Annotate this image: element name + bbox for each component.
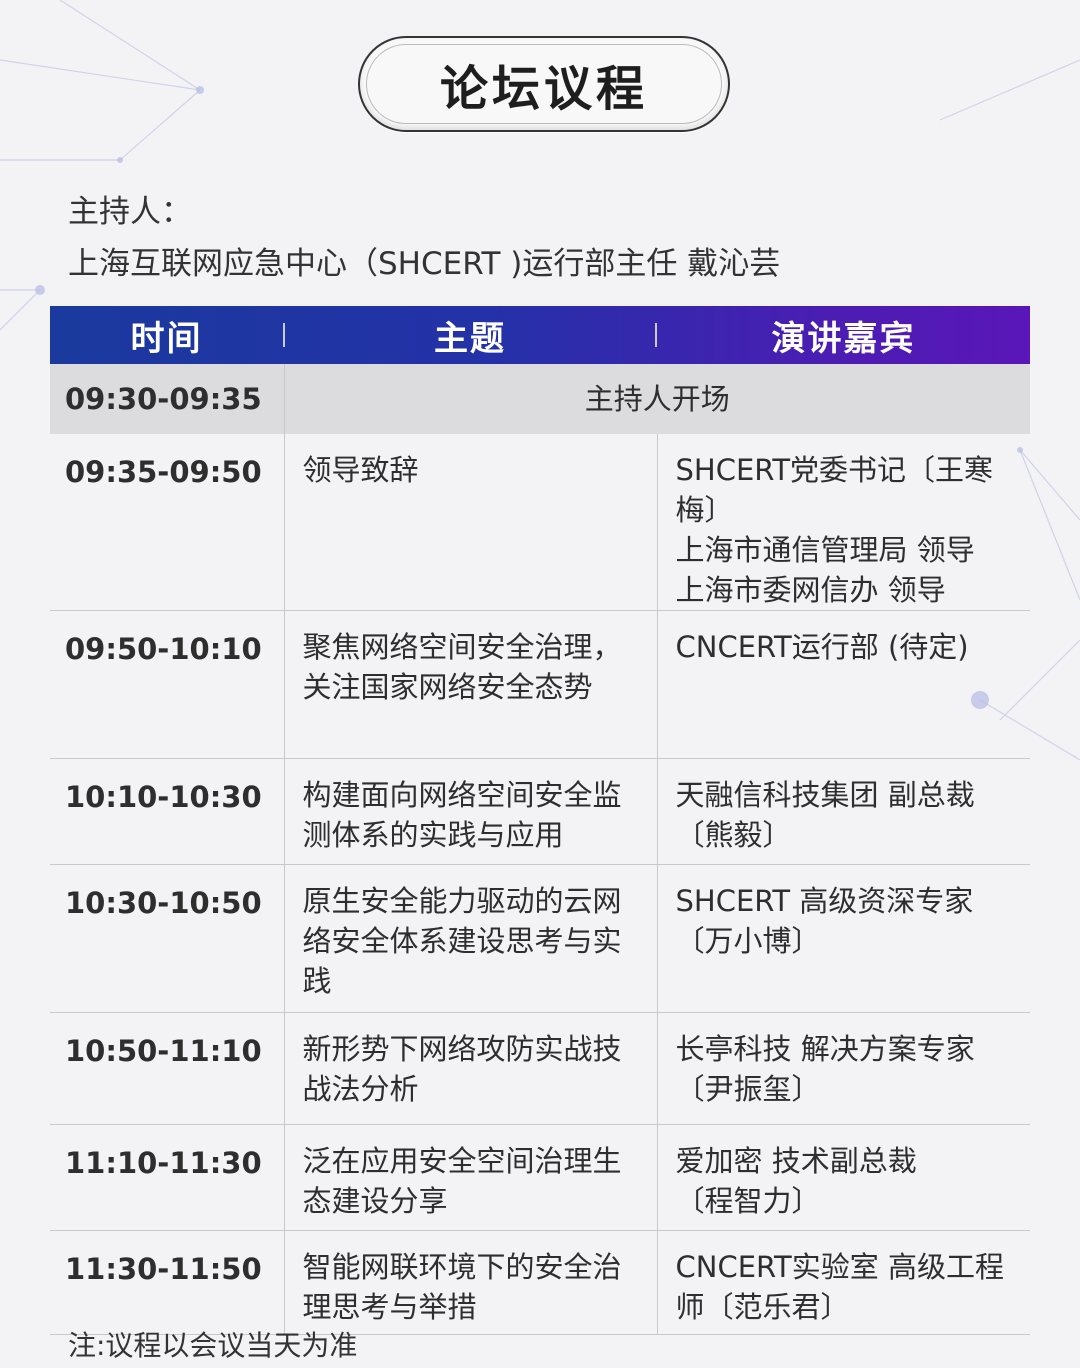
agenda-note: 注:议程以会议当天为准	[68, 1329, 358, 1362]
row-time: 09:50-10:10	[50, 610, 284, 759]
row-topic: 领导致辞	[283, 434, 657, 611]
host-label: 主持人：	[68, 194, 192, 230]
row-topic: 智能网联环境下的安全治理思考与举措	[283, 1230, 657, 1335]
row-topic: 原生安全能力驱动的云网络安全体系建设思考与实践	[283, 864, 657, 1013]
opening-text: 主持人开场	[283, 364, 1030, 434]
row-speaker: 天融信科技集团 副总裁 〔熊毅〕	[656, 758, 1030, 865]
row-time: 09:35-09:50	[50, 434, 284, 611]
title-badge: 论坛议程	[358, 36, 730, 132]
header-topic: 主题	[434, 318, 506, 359]
agenda-row: 10:10-10:30 构建面向网络空间安全监测体系的实践与应用 天融信科技集团…	[50, 758, 1030, 865]
row-time: 11:10-11:30	[50, 1124, 284, 1231]
header-time: 时间	[130, 318, 203, 359]
agenda-row-opening: 09:30-09:35 主持人开场	[50, 364, 1030, 434]
row-time: 10:30-10:50	[50, 864, 284, 1013]
row-time: 10:50-11:10	[50, 1012, 284, 1125]
row-topic: 聚焦网络空间安全治理，关注国家网络安全态势	[283, 610, 657, 759]
row-speaker: SHCERT党委书记〔王寒梅〕 上海市通信管理局 领导 上海市委网信办 领导	[656, 434, 1030, 611]
header-speaker: 演讲嘉宾	[771, 318, 916, 359]
row-speaker: CNCERT实验室 高级工程师〔范乐君〕	[656, 1230, 1030, 1335]
host-name: 上海互联网应急中心（SHCERT )运行部主任 戴沁芸	[68, 246, 781, 282]
agenda-row: 10:30-10:50 原生安全能力驱动的云网络安全体系建设思考与实践 SHCE…	[50, 864, 1030, 1013]
agenda-row: 11:30-11:50 智能网联环境下的安全治理思考与举措 CNCERT实验室 …	[50, 1230, 1030, 1335]
page-title: 论坛议程	[439, 61, 648, 117]
row-speaker: SHCERT 高级资深专家 〔万小博〕	[656, 864, 1030, 1013]
row-speaker: 长亭科技 解决方案专家 〔尹振玺〕	[656, 1012, 1030, 1125]
agenda-row: 09:35-09:50 领导致辞 SHCERT党委书记〔王寒梅〕 上海市通信管理…	[50, 434, 1030, 611]
row-speaker: CNCERT运行部 (待定)	[656, 610, 1030, 759]
row-topic: 构建面向网络空间安全监测体系的实践与应用	[283, 758, 657, 865]
agenda-row: 11:10-11:30 泛在应用安全空间治理生态建设分享 爱加密 技术副总裁 〔…	[50, 1124, 1030, 1231]
row-topic: 泛在应用安全空间治理生态建设分享	[283, 1124, 657, 1231]
opening-time: 09:30-09:35	[50, 364, 284, 434]
agenda-header: 时间 主题 演讲嘉宾	[50, 306, 1030, 364]
agenda-table: 09:30-09:35 主持人开场 09:35-09:50 领导致辞 SHCER…	[50, 364, 1030, 1335]
row-time: 11:30-11:50	[50, 1230, 284, 1335]
agenda-row: 10:50-11:10 新形势下网络攻防实战技战法分析 长亭科技 解决方案专家 …	[50, 1012, 1030, 1125]
row-speaker: 爱加密 技术副总裁 〔程智力〕	[656, 1124, 1030, 1231]
row-time: 10:10-10:30	[50, 758, 284, 865]
row-topic: 新形势下网络攻防实战技战法分析	[283, 1012, 657, 1125]
agenda-row: 09:50-10:10 聚焦网络空间安全治理，关注国家网络安全态势 CNCERT…	[50, 610, 1030, 759]
